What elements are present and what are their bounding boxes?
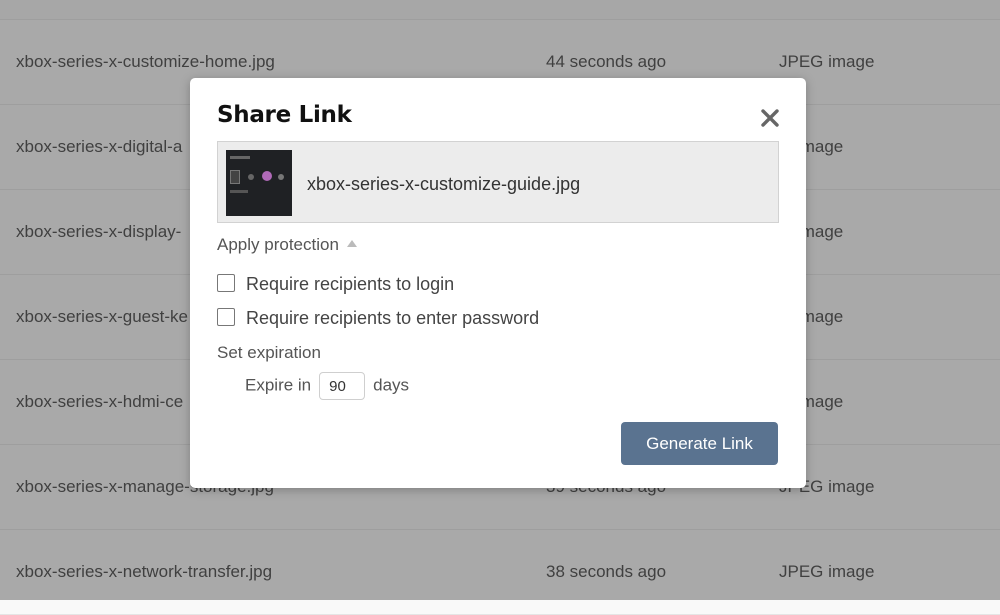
apply-protection-label: Apply protection bbox=[217, 235, 339, 254]
require-login-checkbox[interactable] bbox=[217, 274, 235, 292]
dialog-title: Share Link bbox=[217, 102, 352, 128]
generate-link-button[interactable]: Generate Link bbox=[621, 422, 778, 465]
expire-days-input[interactable]: 90 bbox=[319, 372, 366, 400]
days-label: days bbox=[373, 375, 410, 395]
close-icon[interactable] bbox=[758, 106, 782, 130]
require-password-label: Require recipients to enter password bbox=[246, 308, 540, 328]
apply-protection-toggle[interactable]: Apply protection bbox=[217, 235, 357, 255]
set-expiration-label: Set expiration bbox=[217, 343, 321, 362]
shared-file-preview: xbox-series-x-customize-guide.jpg bbox=[217, 141, 779, 223]
require-password-option[interactable]: Require recipients to enter password bbox=[217, 308, 539, 329]
share-link-dialog: Share Link xbox-series-x-customize-guide… bbox=[190, 78, 806, 488]
require-password-checkbox[interactable] bbox=[217, 308, 235, 326]
file-thumbnail bbox=[226, 150, 292, 216]
expire-in-label: Expire in bbox=[245, 375, 312, 395]
caret-up-icon bbox=[346, 240, 357, 247]
shared-file-name: xbox-series-x-customize-guide.jpg bbox=[307, 174, 581, 194]
expire-row: Expire in 90 days bbox=[245, 372, 409, 400]
require-login-label: Require recipients to login bbox=[246, 274, 455, 294]
require-login-option[interactable]: Require recipients to login bbox=[217, 274, 454, 295]
